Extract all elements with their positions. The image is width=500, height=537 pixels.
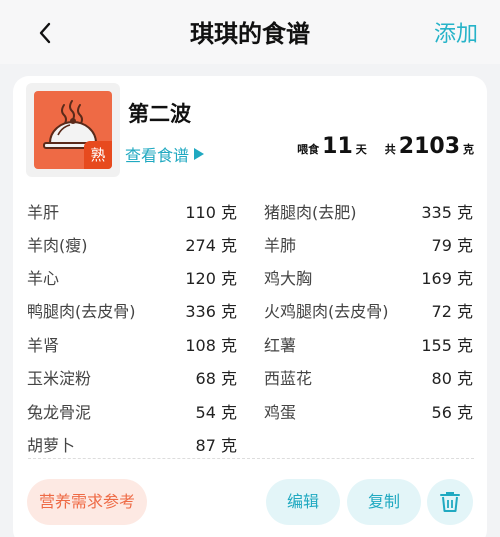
ingredient-amount: 274 克 bbox=[185, 236, 237, 255]
nutrition-reference-button[interactable]: 营养需求参考 bbox=[27, 479, 147, 525]
recipe-thumbnail[interactable]: 熟 bbox=[26, 83, 120, 177]
total-amount: 2103 bbox=[398, 134, 460, 159]
trash-icon bbox=[440, 492, 460, 512]
ingredient-name: 胡萝卜 bbox=[27, 436, 76, 455]
ingredient-name: 羊肉(瘦) bbox=[27, 236, 88, 255]
ingredient-amount: 169 克 bbox=[421, 269, 473, 288]
top-bar: 琪琪的食谱 添加 bbox=[0, 0, 500, 64]
ingredient-amount: 335 克 bbox=[421, 203, 473, 222]
thumbnail-image: 熟 bbox=[34, 91, 112, 169]
ingredient-name: 羊肝 bbox=[27, 203, 60, 222]
ingredient-name: 鸡大胸 bbox=[264, 269, 313, 288]
recipe-name: 第二波 bbox=[128, 102, 191, 126]
ingredient-amount: 108 克 bbox=[185, 336, 237, 355]
ingredient-name: 鸡蛋 bbox=[264, 403, 297, 422]
days-unit: 天 bbox=[355, 143, 367, 156]
ingredient-name: 玉米淀粉 bbox=[27, 369, 92, 388]
ingredient-amount: 79 克 bbox=[431, 236, 473, 255]
ingredient-name: 鸭腿肉(去皮骨) bbox=[27, 302, 136, 321]
ingredient-name: 猪腿肉(去肥) bbox=[264, 203, 357, 222]
ingredient-name: 羊肾 bbox=[27, 336, 60, 355]
ingredient-amount: 56 克 bbox=[431, 403, 473, 422]
feed-label: 喂食 bbox=[297, 143, 320, 156]
ingredient-amount: 54 克 bbox=[195, 403, 237, 422]
ingredient-name: 羊心 bbox=[27, 269, 60, 288]
view-recipe-link[interactable]: 查看食谱 bbox=[125, 142, 205, 166]
ingredient-name: 火鸡腿肉(去皮骨) bbox=[264, 302, 389, 321]
total-unit: 克 bbox=[463, 143, 474, 156]
ingredient-amount: 68 克 bbox=[195, 369, 237, 388]
ingredient-name: 羊肺 bbox=[264, 236, 297, 255]
cooked-badge: 熟 bbox=[84, 141, 112, 169]
ingredient-amount: 120 克 bbox=[185, 269, 237, 288]
recipe-stats: 喂食 11 天 共 2103 克 bbox=[297, 134, 474, 159]
ingredient-name: 红薯 bbox=[264, 336, 297, 355]
delete-button[interactable] bbox=[427, 479, 473, 525]
ingredient-amount: 155 克 bbox=[421, 336, 473, 355]
ingredient-amount: 110 克 bbox=[185, 203, 237, 222]
ingredient-amount: 336 克 bbox=[185, 302, 237, 321]
feed-days: 11 bbox=[322, 134, 353, 159]
view-recipe-label: 查看食谱 bbox=[125, 146, 190, 165]
triangle-right-icon bbox=[194, 148, 205, 160]
page-title: 琪琪的食谱 bbox=[190, 20, 310, 48]
edit-button[interactable]: 编辑 bbox=[266, 479, 340, 525]
ingredient-name: 西蓝花 bbox=[264, 369, 313, 388]
ingredient-amount: 72 克 bbox=[431, 302, 473, 321]
total-label: 共 bbox=[384, 143, 396, 156]
divider bbox=[28, 458, 474, 459]
ingredient-amount: 87 克 bbox=[195, 436, 237, 455]
ingredient-name: 兔龙骨泥 bbox=[27, 403, 92, 422]
copy-button[interactable]: 复制 bbox=[347, 479, 421, 525]
ingredient-amount: 80 克 bbox=[431, 369, 473, 388]
add-button[interactable]: 添加 bbox=[434, 16, 478, 48]
